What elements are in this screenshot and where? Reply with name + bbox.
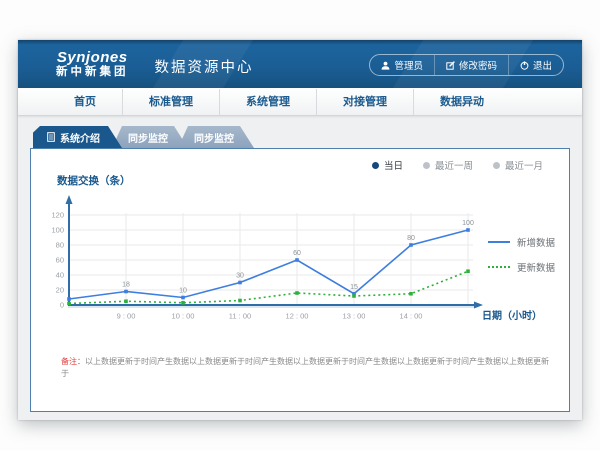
data-point-label: 80: [407, 235, 415, 242]
radio-option-1[interactable]: 当日: [372, 158, 403, 172]
document-icon: [47, 132, 55, 142]
y-tick-label: 0: [60, 301, 64, 310]
header-user-toolbar: 管理员 修改密码 退出: [369, 54, 564, 76]
legend-line-swatch: [488, 241, 510, 243]
radio-label: 最近一周: [435, 158, 473, 172]
change-password-button[interactable]: 修改密码: [434, 55, 508, 75]
logout-label: 退出: [533, 58, 552, 72]
data-point-label: 30: [236, 273, 244, 280]
data-point-label: 10: [179, 288, 187, 295]
data-point: [466, 269, 470, 273]
note-label: 备注：: [61, 357, 85, 366]
logo-text-en: Synjones: [56, 50, 129, 66]
radio-unselected-icon: [423, 162, 430, 169]
y-tick-label: 100: [51, 226, 64, 235]
data-point: [466, 228, 470, 232]
radio-option-3[interactable]: 最近一月: [493, 158, 543, 172]
tab-label: 系统介绍: [60, 130, 100, 145]
legend-item[interactable]: 更新数据: [488, 260, 555, 274]
power-icon: [520, 61, 529, 70]
x-tick-label: 10 : 00: [172, 312, 195, 321]
data-point: [409, 243, 413, 247]
data-point-label: 15: [350, 284, 358, 291]
user-label: 管理员: [394, 58, 423, 72]
legend-label: 新增数据: [517, 235, 555, 249]
data-point: [124, 299, 128, 303]
data-point-label: 100: [462, 220, 474, 227]
x-tick-label: 14 : 00: [400, 312, 423, 321]
data-point: [67, 297, 71, 301]
app-header: Synjones 新中新集团 数据资源中心 管理员 修改密码 退出: [18, 40, 582, 88]
y-tick-label: 40: [56, 271, 64, 280]
page-title: 数据资源中心: [155, 56, 254, 77]
nav-item-5[interactable]: 数据异动: [413, 89, 510, 115]
x-axis-arrow: [474, 302, 483, 309]
data-point: [295, 258, 299, 262]
x-tick-label: 9 : 00: [117, 312, 136, 321]
y-axis-title: 数据交换（条）: [57, 173, 131, 188]
x-tick-label: 11 : 00: [229, 312, 251, 321]
legend-item[interactable]: 新增数据: [488, 235, 555, 249]
tab-bar: 系统介绍 同步监控 同步监控: [33, 126, 582, 148]
data-point: [181, 296, 185, 300]
edit-icon: [446, 61, 455, 70]
data-point: [238, 299, 242, 303]
data-point: [352, 294, 356, 298]
logout-button[interactable]: 退出: [508, 55, 563, 75]
tab-2[interactable]: 同步监控: [112, 126, 188, 148]
y-tick-label: 120: [51, 211, 64, 220]
time-range-filter: 当日 最近一周 最近一月: [372, 158, 543, 172]
user-icon: [381, 61, 390, 70]
nav-item-2[interactable]: 标准管理: [122, 89, 219, 115]
radio-option-2[interactable]: 最近一周: [423, 158, 473, 172]
nav-item-4[interactable]: 对接管理: [316, 89, 413, 115]
tab-label: 同步监控: [128, 130, 168, 145]
tab-label: 同步监控: [194, 130, 234, 145]
x-tick-label: 13 : 00: [343, 312, 366, 321]
data-point-label: 60: [293, 250, 301, 257]
tab-1[interactable]: 系统介绍: [33, 126, 122, 148]
radio-selected-icon: [372, 162, 379, 169]
footer-note: 备注：以上数据更新于时间产生数据以上数据更新于时间产生数据以上数据更新于时间产生…: [61, 356, 551, 380]
change-password-label: 修改密码: [459, 58, 497, 72]
app-window: Synjones 新中新集团 数据资源中心 管理员 修改密码 退出: [18, 40, 582, 420]
logo-text-cn: 新中新集团: [56, 66, 129, 78]
data-point: [124, 290, 128, 294]
chart-legend: 新增数据更新数据: [488, 235, 555, 274]
radio-label: 当日: [384, 158, 403, 172]
y-tick-label: 20: [56, 286, 64, 295]
content-area: 系统介绍 同步监控 同步监控 当日 最近一周 最近一月 数据交换（条） 0 20 40 60 8…: [18, 116, 582, 412]
note-text: 以上数据更新于时间产生数据以上数据更新于时间产生数据以上数据更新于时间产生数据以…: [61, 357, 549, 378]
radio-label: 最近一月: [505, 158, 543, 172]
tab-3[interactable]: 同步监控: [178, 126, 254, 148]
radio-unselected-icon: [493, 162, 500, 169]
main-nav: 首页标准管理系统管理对接管理数据异动: [18, 88, 582, 116]
data-point: [409, 292, 413, 296]
company-logo: Synjones 新中新集团: [56, 50, 129, 78]
y-axis-arrow: [66, 195, 73, 204]
data-point: [238, 281, 242, 285]
data-point-label: 18: [122, 282, 130, 289]
nav-item-1[interactable]: 首页: [48, 89, 122, 115]
x-tick-label: 12 : 00: [286, 312, 309, 321]
legend-label: 更新数据: [517, 260, 555, 274]
data-point: [67, 302, 71, 306]
data-point: [295, 291, 299, 295]
user-account-button[interactable]: 管理员: [370, 55, 434, 75]
nav-item-3[interactable]: 系统管理: [219, 89, 316, 115]
data-point: [181, 301, 185, 305]
legend-line-swatch: [488, 266, 510, 268]
y-tick-label: 60: [56, 256, 64, 265]
chart-panel: 当日 最近一周 最近一月 数据交换（条） 0 20 40 60 80 100 120 9 : 00…: [30, 148, 570, 412]
y-tick-label: 80: [56, 241, 64, 250]
x-axis-title: 日期（小时）: [482, 309, 542, 322]
